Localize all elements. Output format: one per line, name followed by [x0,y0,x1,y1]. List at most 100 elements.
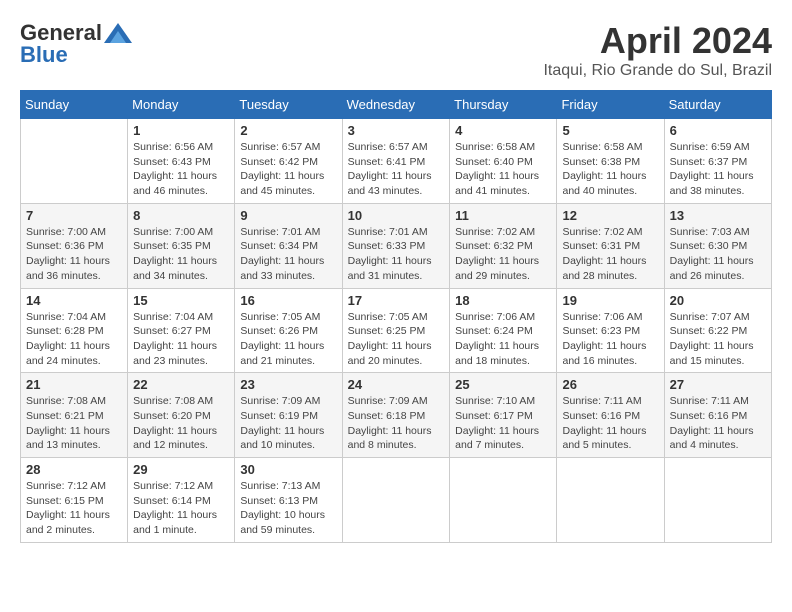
day-detail: Sunrise: 7:13 AMSunset: 6:13 PMDaylight:… [240,479,336,538]
day-number: 25 [455,377,551,392]
calendar-cell: 14Sunrise: 7:04 AMSunset: 6:28 PMDayligh… [21,288,128,373]
calendar-header-row: SundayMondayTuesdayWednesdayThursdayFrid… [21,91,772,119]
day-detail: Sunrise: 7:12 AMSunset: 6:15 PMDaylight:… [26,479,122,538]
calendar-cell: 12 Sunrise: 7:02 AMSunset: 6:31 PMDayligh… [557,203,664,288]
day-number: 24 [348,377,445,392]
day-number: 18 [455,293,551,308]
day-number: 9 [240,208,336,223]
day-number: 2 [240,123,336,138]
calendar-cell: 25 Sunrise: 7:10 AMSunset: 6:17 PMDayligh… [450,373,557,458]
day-number: 7 [26,208,122,223]
day-detail: Sunrise: 7:00 AMSunset: 6:35 PMDaylight:… [133,225,229,284]
day-detail: Sunrise: 6:58 AMSunset: 6:38 PMDaylight:… [562,140,658,199]
day-number: 23 [240,377,336,392]
day-detail: Sunrise: 7:10 AMSunset: 6:17 PMDaylight:… [455,394,551,453]
calendar-cell: 23 Sunrise: 7:09 AMSunset: 6:19 PMDayligh… [235,373,342,458]
day-number: 14 [26,293,122,308]
calendar-cell: 19 Sunrise: 7:06 AMSunset: 6:23 PMDayligh… [557,288,664,373]
day-number: 8 [133,208,229,223]
calendar-cell: 16 Sunrise: 7:05 AMSunset: 6:26 PMDayligh… [235,288,342,373]
day-detail: Sunrise: 6:59 AMSunset: 6:37 PMDaylight:… [670,140,766,199]
logo-icon [104,23,132,43]
day-number: 28 [26,462,122,477]
day-number: 17 [348,293,445,308]
calendar-cell: 3Sunrise: 6:57 AMSunset: 6:41 PMDaylight… [342,119,450,204]
calendar-cell [21,119,128,204]
day-detail: Sunrise: 7:02 AMSunset: 6:31 PMDaylight:… [562,225,658,284]
title-area: April 2024 Itaqui, Rio Grande do Sul, Br… [543,20,772,80]
day-detail: Sunrise: 7:00 AMSunset: 6:36 PMDaylight:… [26,225,122,284]
day-detail: Sunrise: 7:01 AMSunset: 6:34 PMDaylight:… [240,225,336,284]
calendar-cell: 27 Sunrise: 7:11 AMSunset: 6:16 PMDayligh… [664,373,771,458]
day-detail: Sunrise: 6:58 AMSunset: 6:40 PMDaylight:… [455,140,551,199]
day-detail: Sunrise: 6:57 AMSunset: 6:42 PMDaylight:… [240,140,336,199]
day-number: 6 [670,123,766,138]
day-detail: Sunrise: 7:06 AMSunset: 6:24 PMDaylight:… [455,310,551,369]
calendar-cell: 8 Sunrise: 7:00 AMSunset: 6:35 PMDaylight… [128,203,235,288]
day-detail: Sunrise: 7:12 AMSunset: 6:14 PMDaylight:… [133,479,229,538]
logo-blue-text: Blue [20,42,68,68]
day-number: 16 [240,293,336,308]
calendar-week-row: 28 Sunrise: 7:12 AMSunset: 6:15 PMDayligh… [21,458,772,543]
weekday-header: Tuesday [235,91,342,119]
day-detail: Sunrise: 7:06 AMSunset: 6:23 PMDaylight:… [562,310,658,369]
day-number: 22 [133,377,229,392]
day-detail: Sunrise: 7:03 AMSunset: 6:30 PMDaylight:… [670,225,766,284]
month-title: April 2024 [543,20,772,62]
day-detail: Sunrise: 7:01 AMSunset: 6:33 PMDaylight:… [348,225,445,284]
day-number: 15 [133,293,229,308]
day-detail: Sunrise: 7:05 AMSunset: 6:25 PMDaylight:… [348,310,445,369]
day-detail: Sunrise: 7:04 AMSunset: 6:27 PMDaylight:… [133,310,229,369]
day-number: 19 [562,293,658,308]
calendar-cell: 26 Sunrise: 7:11 AMSunset: 6:16 PMDayligh… [557,373,664,458]
day-detail: Sunrise: 7:07 AMSunset: 6:22 PMDaylight:… [670,310,766,369]
day-number: 20 [670,293,766,308]
calendar-week-row: 7 Sunrise: 7:00 AMSunset: 6:36 PMDaylight… [21,203,772,288]
day-detail: Sunrise: 7:11 AMSunset: 6:16 PMDaylight:… [670,394,766,453]
day-number: 30 [240,462,336,477]
calendar-cell [450,458,557,543]
day-detail: Sunrise: 7:09 AMSunset: 6:19 PMDaylight:… [240,394,336,453]
weekday-header: Saturday [664,91,771,119]
day-number: 26 [562,377,658,392]
day-detail: Sunrise: 7:05 AMSunset: 6:26 PMDaylight:… [240,310,336,369]
day-number: 13 [670,208,766,223]
calendar-cell: 20 Sunrise: 7:07 AMSunset: 6:22 PMDayligh… [664,288,771,373]
calendar-week-row: 1 Sunrise: 6:56 AMSunset: 6:43 PMDaylight… [21,119,772,204]
calendar-cell: 28 Sunrise: 7:12 AMSunset: 6:15 PMDayligh… [21,458,128,543]
calendar-cell [557,458,664,543]
calendar-cell: 4Sunrise: 6:58 AMSunset: 6:40 PMDaylight… [450,119,557,204]
calendar-cell: 10 Sunrise: 7:01 AMSunset: 6:33 PMDayligh… [342,203,450,288]
calendar-cell: 1 Sunrise: 6:56 AMSunset: 6:43 PMDaylight… [128,119,235,204]
calendar-week-row: 21Sunrise: 7:08 AMSunset: 6:21 PMDayligh… [21,373,772,458]
day-number: 1 [133,123,229,138]
calendar-cell: 24 Sunrise: 7:09 AMSunset: 6:18 PMDayligh… [342,373,450,458]
day-number: 5 [562,123,658,138]
day-number: 12 [562,208,658,223]
day-detail: Sunrise: 7:11 AMSunset: 6:16 PMDaylight:… [562,394,658,453]
logo: General Blue [20,20,132,68]
calendar-cell: 9 Sunrise: 7:01 AMSunset: 6:34 PMDaylight… [235,203,342,288]
calendar-cell: 7 Sunrise: 7:00 AMSunset: 6:36 PMDaylight… [21,203,128,288]
calendar-cell: 11Sunrise: 7:02 AMSunset: 6:32 PMDayligh… [450,203,557,288]
calendar-cell: 5 Sunrise: 6:58 AMSunset: 6:38 PMDaylight… [557,119,664,204]
day-number: 29 [133,462,229,477]
day-detail: Sunrise: 6:56 AMSunset: 6:43 PMDaylight:… [133,140,229,199]
calendar-cell: 6 Sunrise: 6:59 AMSunset: 6:37 PMDaylight… [664,119,771,204]
weekday-header: Wednesday [342,91,450,119]
calendar-cell [664,458,771,543]
weekday-header: Monday [128,91,235,119]
calendar-cell: 2 Sunrise: 6:57 AMSunset: 6:42 PMDaylight… [235,119,342,204]
day-number: 10 [348,208,445,223]
calendar-cell: 29 Sunrise: 7:12 AMSunset: 6:14 PMDayligh… [128,458,235,543]
calendar-cell: 30 Sunrise: 7:13 AMSunset: 6:13 PMDayligh… [235,458,342,543]
calendar-cell [342,458,450,543]
location-text: Itaqui, Rio Grande do Sul, Brazil [543,62,772,80]
weekday-header: Thursday [450,91,557,119]
day-detail: Sunrise: 7:09 AMSunset: 6:18 PMDaylight:… [348,394,445,453]
day-number: 27 [670,377,766,392]
calendar-cell: 13 Sunrise: 7:03 AMSunset: 6:30 PMDayligh… [664,203,771,288]
calendar-cell: 15 Sunrise: 7:04 AMSunset: 6:27 PMDayligh… [128,288,235,373]
day-detail: Sunrise: 6:57 AMSunset: 6:41 PMDaylight:… [348,140,445,199]
day-number: 11 [455,208,551,223]
